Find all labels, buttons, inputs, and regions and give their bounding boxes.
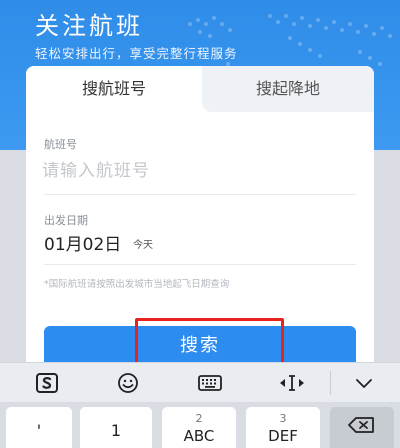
divider bbox=[44, 264, 356, 265]
tab-flight-number[interactable]: 搜航班号 bbox=[26, 66, 202, 112]
toolbar-divider bbox=[330, 371, 331, 395]
backspace-icon bbox=[348, 417, 374, 433]
keyboard-icon[interactable] bbox=[194, 363, 226, 403]
sogou-icon[interactable] bbox=[30, 363, 64, 403]
tab-route[interactable]: 搜起降地 bbox=[202, 66, 374, 112]
key-2-abc[interactable]: 2 ABC bbox=[162, 407, 236, 448]
key-label: ' bbox=[36, 421, 42, 440]
departure-date-value[interactable]: 01月02日 bbox=[44, 230, 121, 255]
page-title: 关注航班 bbox=[35, 12, 143, 40]
flight-number-input[interactable] bbox=[42, 156, 358, 186]
key-label: DEF bbox=[268, 427, 298, 445]
emoji-icon[interactable] bbox=[112, 363, 144, 403]
key-number: 2 bbox=[195, 412, 203, 425]
international-flight-note: *国际航班请按照出发城市当地起飞日期查询 bbox=[44, 279, 230, 290]
departure-date-label: 出发日期 bbox=[44, 214, 88, 227]
key-1[interactable]: 1 bbox=[80, 407, 152, 448]
key-label: ABC bbox=[183, 427, 215, 445]
page-subtitle: 轻松安排出行，享受完整行程服务 bbox=[35, 46, 238, 61]
key-3-def[interactable]: 3 DEF bbox=[246, 407, 320, 448]
collapse-icon[interactable] bbox=[348, 363, 380, 403]
flight-number-label: 航班号 bbox=[44, 138, 77, 151]
today-tag: 今天 bbox=[133, 240, 153, 251]
ime-toolbar bbox=[0, 362, 400, 402]
key-apostrophe[interactable]: ' bbox=[6, 407, 72, 448]
cursor-move-icon[interactable] bbox=[272, 363, 312, 403]
keyboard: ' 1 2 ABC 3 DEF bbox=[0, 402, 400, 448]
search-tabs: 搜航班号 搜起降地 bbox=[26, 66, 374, 112]
key-label: 1 bbox=[110, 421, 122, 440]
divider bbox=[44, 194, 356, 195]
highlight-box bbox=[135, 318, 284, 366]
key-number: 3 bbox=[279, 412, 287, 425]
delete-key[interactable] bbox=[330, 407, 394, 448]
